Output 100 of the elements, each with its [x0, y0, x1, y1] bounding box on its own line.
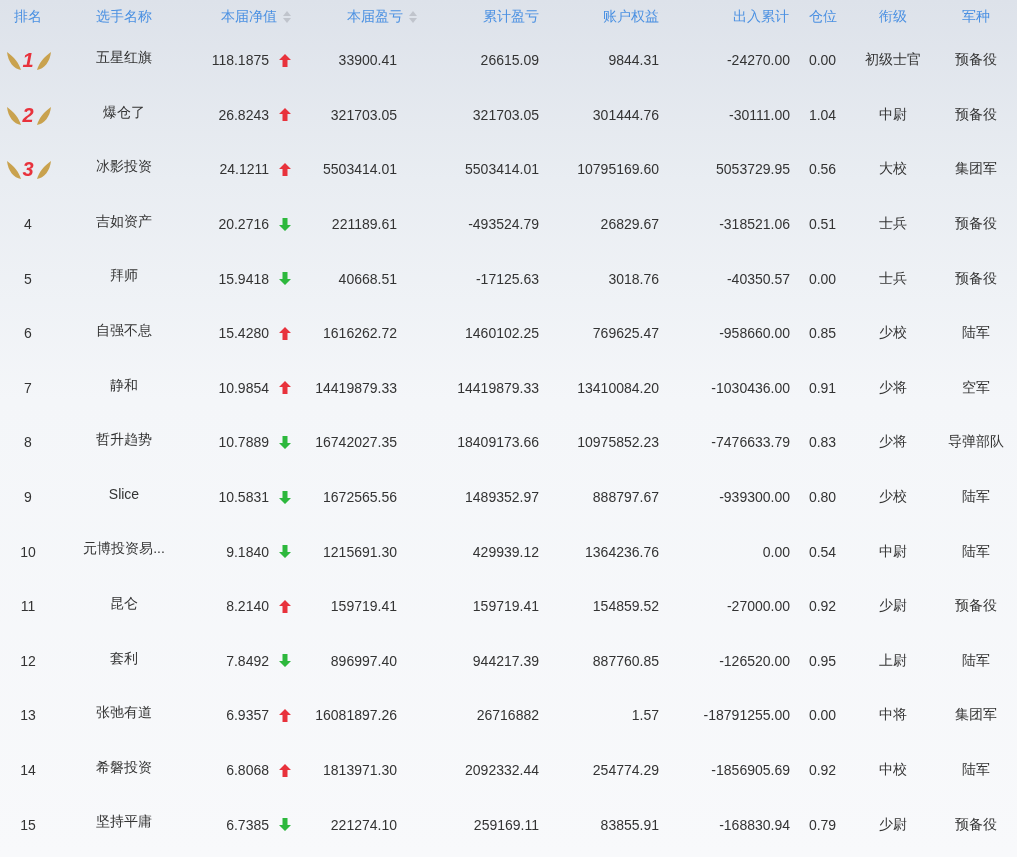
player-name: 拜师 — [110, 267, 138, 286]
position-value: 0.92 — [808, 598, 837, 615]
sort-icon[interactable] — [409, 10, 417, 23]
branch-label: 陆军 — [962, 542, 990, 561]
rank-number: 9 — [24, 489, 32, 506]
pnl-value: 1215691.30 — [323, 543, 397, 560]
branch-label: 陆军 — [962, 488, 990, 507]
equity-value: 9844.31 — [608, 52, 659, 69]
equity-value: 10975852.23 — [577, 434, 659, 451]
branch-label: 预备役 — [955, 815, 997, 834]
net-value: 10.7889 — [218, 434, 269, 451]
rank-number: 6 — [24, 325, 32, 342]
total-pnl-value: 5503414.01 — [465, 161, 539, 178]
sort-icon[interactable] — [283, 10, 291, 23]
grade-label: 中将 — [878, 706, 907, 725]
grade-label: 少尉 — [878, 597, 907, 616]
pnl-value: 14419879.33 — [315, 379, 397, 396]
branch-label: 陆军 — [962, 324, 990, 343]
column-header: 选手名称 — [96, 7, 152, 26]
flow-value: -126520.00 — [719, 652, 790, 669]
net-value: 7.8492 — [226, 652, 269, 669]
pnl-value: 16742027.35 — [315, 434, 397, 451]
grade-label: 少校 — [878, 324, 907, 343]
rank-number: 5 — [24, 270, 32, 287]
grade-label: 中尉 — [878, 105, 907, 124]
column-header: 军种 — [962, 7, 990, 26]
total-pnl-value: -17125.63 — [475, 270, 539, 287]
position-value: 0.95 — [808, 652, 837, 669]
branch-label: 陆军 — [962, 651, 990, 670]
branch-label: 预备役 — [955, 51, 997, 70]
column-header: 账户权益 — [603, 7, 659, 26]
grade-label: 少将 — [878, 378, 907, 397]
pnl-value: 1672565.56 — [323, 489, 397, 506]
total-pnl-value: 14419879.33 — [457, 379, 539, 396]
net-value: 15.4280 — [218, 325, 269, 342]
total-pnl-value: -493524.79 — [468, 216, 539, 233]
total-pnl-value: 26615.09 — [480, 52, 539, 69]
equity-value: 154859.52 — [592, 598, 659, 615]
total-pnl-value: 18409173.66 — [457, 434, 539, 451]
position-value: 0.79 — [808, 816, 837, 833]
total-pnl-value: 1460102.25 — [465, 325, 539, 342]
position-value: 1.04 — [808, 106, 837, 123]
net-value: 26.8243 — [218, 106, 269, 123]
position-value: 0.83 — [808, 434, 837, 451]
player-name: 冰影投资 — [96, 158, 152, 177]
net-value: 20.2716 — [218, 216, 269, 233]
player-name: 希磐投资 — [96, 758, 152, 777]
flow-value: -7476633.79 — [711, 434, 790, 451]
total-pnl-value: 259169.11 — [473, 816, 539, 833]
flow-value: -27000.00 — [726, 598, 790, 615]
pnl-value: 1616262.72 — [323, 325, 397, 342]
equity-value: 83855.91 — [600, 816, 659, 833]
net-value: 8.2140 — [226, 598, 269, 615]
column-header[interactable]: 本届净值 — [221, 7, 277, 26]
branch-label: 预备役 — [955, 597, 997, 616]
column-header: 仓位 — [808, 7, 837, 26]
position-value: 0.56 — [808, 161, 837, 178]
net-value: 6.7385 — [226, 816, 269, 833]
pnl-value: 321703.05 — [330, 106, 397, 123]
grade-label: 中尉 — [878, 542, 907, 561]
player-name: 爆仓了 — [103, 103, 145, 122]
net-value: 10.5831 — [218, 489, 269, 506]
rank-number: 12 — [20, 652, 36, 669]
column-header: 衔级 — [878, 7, 907, 26]
grade-label: 少将 — [878, 433, 907, 452]
branch-label: 预备役 — [955, 215, 997, 234]
column-header: 累计盈亏 — [483, 7, 539, 26]
player-name: 元博投资易... — [83, 540, 165, 559]
equity-value: 1364236.76 — [585, 543, 659, 560]
flow-value: -318521.06 — [719, 216, 790, 233]
grade-label: 上尉 — [878, 651, 907, 670]
equity-value: 10795169.60 — [577, 161, 659, 178]
branch-label: 集团军 — [955, 160, 997, 179]
equity-value: 26829.67 — [600, 216, 659, 233]
flow-value: -24270.00 — [726, 52, 790, 69]
net-value: 15.9418 — [218, 270, 269, 287]
rank-number: 11 — [20, 598, 36, 615]
flow-value: 0.00 — [762, 543, 790, 560]
rank-number: 14 — [20, 762, 36, 778]
branch-label: 空军 — [962, 378, 990, 397]
rank-number: 4 — [24, 216, 32, 233]
flow-value: -958660.00 — [719, 325, 790, 342]
net-value: 6.8068 — [226, 762, 269, 778]
player-name: 昆仑 — [110, 594, 138, 613]
net-value: 10.9854 — [218, 379, 269, 396]
position-value: 0.80 — [808, 489, 837, 506]
equity-value: 769625.47 — [592, 325, 659, 342]
rank-number: 8 — [24, 434, 32, 451]
total-pnl-value: 321703.05 — [472, 106, 539, 123]
equity-value: 887760.85 — [592, 652, 659, 669]
net-value: 24.1211 — [219, 161, 269, 178]
branch-label: 集团军 — [955, 706, 997, 725]
branch-label: 导弹部队 — [948, 433, 1004, 452]
column-header[interactable]: 本届盈亏 — [347, 7, 403, 26]
rank-number: 10 — [20, 543, 36, 560]
grade-label: 大校 — [878, 160, 907, 179]
flow-value: -168830.94 — [719, 816, 790, 833]
equity-value: 1.57 — [631, 707, 659, 724]
net-value: 6.9357 — [226, 707, 269, 724]
equity-value: 3018.76 — [608, 270, 659, 287]
